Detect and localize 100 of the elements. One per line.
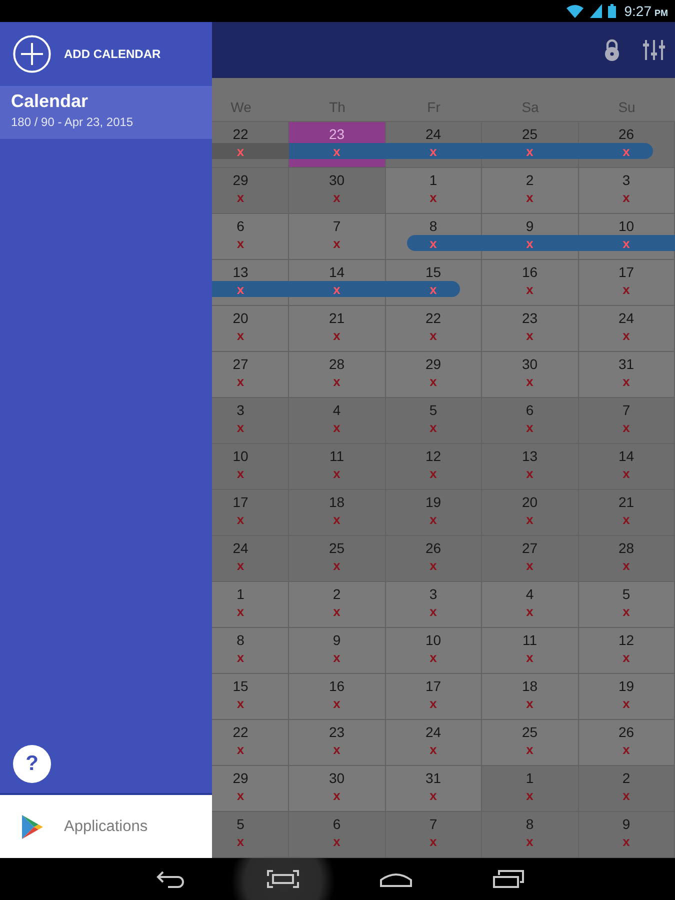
day-cell[interactable]: 18 x [482, 674, 578, 720]
day-cell[interactable]: 5 x [578, 582, 675, 628]
day-cell[interactable]: 8 x [212, 628, 289, 674]
day-cell[interactable]: 12 x [386, 444, 482, 490]
day-cell[interactable]: 26 x [386, 536, 482, 582]
day-cell[interactable]: 23 x [482, 306, 578, 352]
day-cell[interactable]: 21 x [289, 306, 386, 352]
day-cell[interactable]: 7 x [578, 398, 675, 444]
day-cell[interactable]: 22 x [212, 122, 289, 168]
day-cell[interactable]: 4 x [482, 582, 578, 628]
day-cell[interactable]: 2 x [482, 168, 578, 214]
day-cell[interactable]: 6 x [289, 812, 386, 858]
day-cell[interactable]: 24 x [212, 536, 289, 582]
day-mark: x [430, 236, 437, 252]
day-cell[interactable]: 1 x [482, 766, 578, 812]
day-cell[interactable]: 25 x [482, 122, 578, 168]
day-cell[interactable]: 24 x [578, 306, 675, 352]
day-cell[interactable]: 12 x [578, 628, 675, 674]
day-cell[interactable]: 9 x [289, 628, 386, 674]
day-cell[interactable]: 27 x [482, 536, 578, 582]
day-cell[interactable]: 8 x [386, 214, 482, 260]
day-cell[interactable]: 15 x [212, 674, 289, 720]
day-cell[interactable]: 19 x [386, 490, 482, 536]
applications-item[interactable]: Applications [0, 795, 212, 858]
day-cell[interactable]: 9 x [482, 214, 578, 260]
day-cell[interactable]: 5 x [212, 812, 289, 858]
day-number: 26 [425, 540, 442, 556]
day-cell[interactable]: 17 x [212, 490, 289, 536]
day-cell[interactable]: 9 x [578, 812, 675, 858]
day-cell[interactable]: 11 x [289, 444, 386, 490]
lock-icon[interactable] [603, 38, 621, 62]
day-cell[interactable]: 18 x [289, 490, 386, 536]
day-cell[interactable]: 31 x [578, 352, 675, 398]
day-cell[interactable]: 16 x [289, 674, 386, 720]
day-cell[interactable]: 1 x [386, 168, 482, 214]
day-cell[interactable]: 28 x [578, 536, 675, 582]
day-cell[interactable]: 4 x [289, 398, 386, 444]
day-cell[interactable]: 25 x [482, 720, 578, 766]
day-cell[interactable]: 26 x [578, 720, 675, 766]
day-cell[interactable]: 24 x [386, 122, 482, 168]
add-calendar-button[interactable]: ADD CALENDAR [0, 22, 212, 86]
day-cell[interactable]: 30 x [289, 766, 386, 812]
day-cell[interactable]: 10 x [212, 444, 289, 490]
day-cell[interactable]: 11 x [482, 628, 578, 674]
day-cell[interactable]: 7 x [386, 812, 482, 858]
day-cell[interactable]: 31 x [386, 766, 482, 812]
day-cell[interactable]: 25 x [289, 536, 386, 582]
day-mark: x [236, 420, 244, 436]
day-cell[interactable]: 13 x [212, 260, 289, 306]
day-cell[interactable]: 30 x [289, 168, 386, 214]
day-cell[interactable]: 24 x [386, 720, 482, 766]
day-cell[interactable]: 14 x [289, 260, 386, 306]
drawer-item[interactable]: Calendar 180 / 90 - Apr 23, 2015 [0, 86, 212, 139]
day-mark: x [622, 420, 630, 436]
day-cell[interactable]: 19 x [578, 674, 675, 720]
day-number: 7 [429, 816, 438, 832]
day-cell[interactable]: 17 x [386, 674, 482, 720]
day-cell[interactable]: 1 x [212, 582, 289, 628]
day-cell[interactable]: 20 x [212, 306, 289, 352]
day-cell[interactable]: 3 x [386, 582, 482, 628]
day-cell[interactable]: 2 x [578, 766, 675, 812]
day-cell[interactable]: 15 x [386, 260, 482, 306]
day-cell[interactable]: 10 x [578, 214, 675, 260]
day-cell[interactable]: 23 x [289, 720, 386, 766]
day-cell[interactable]: 29 x [212, 766, 289, 812]
day-cell[interactable]: 17 x [578, 260, 675, 306]
day-cell[interactable]: 22 x [212, 720, 289, 766]
day-cell[interactable]: 8 x [482, 812, 578, 858]
day-cell[interactable]: 7 x [289, 214, 386, 260]
day-number: 24 [618, 310, 634, 326]
day-cell[interactable]: 28 x [289, 352, 386, 398]
day-number: 3 [622, 172, 630, 188]
day-cell[interactable]: 16 x [482, 260, 578, 306]
day-mark: x [622, 144, 630, 160]
sliders-icon[interactable] [643, 39, 665, 61]
day-cell[interactable]: 3 x [578, 168, 675, 214]
day-cell[interactable]: 29 x [212, 168, 289, 214]
day-cell[interactable]: 2 x [289, 582, 386, 628]
day-number: 20 [232, 310, 248, 326]
day-cell[interactable]: 21 x [578, 490, 675, 536]
day-cell[interactable]: 10 x [386, 628, 482, 674]
day-cell[interactable]: 23 x [289, 122, 386, 168]
day-cell[interactable]: 6 x [482, 398, 578, 444]
day-mark: x [526, 328, 534, 344]
day-cell[interactable]: 22 x [386, 306, 482, 352]
day-cell[interactable]: 20 x [482, 490, 578, 536]
day-cell[interactable]: 26 x [578, 122, 675, 168]
day-cell[interactable]: 13 x [482, 444, 578, 490]
day-cell[interactable]: 6 x [212, 214, 289, 260]
day-cell[interactable]: 14 x [578, 444, 675, 490]
day-mark: x [622, 834, 630, 850]
day-number: 9 [622, 816, 630, 832]
day-cell[interactable]: 29 x [386, 352, 482, 398]
recents-icon [493, 870, 525, 888]
help-button[interactable]: ? [13, 745, 51, 783]
day-cell[interactable]: 27 x [212, 352, 289, 398]
day-mark: x [236, 466, 244, 482]
day-cell[interactable]: 30 x [482, 352, 578, 398]
day-cell[interactable]: 3 x [212, 398, 289, 444]
day-cell[interactable]: 5 x [386, 398, 482, 444]
